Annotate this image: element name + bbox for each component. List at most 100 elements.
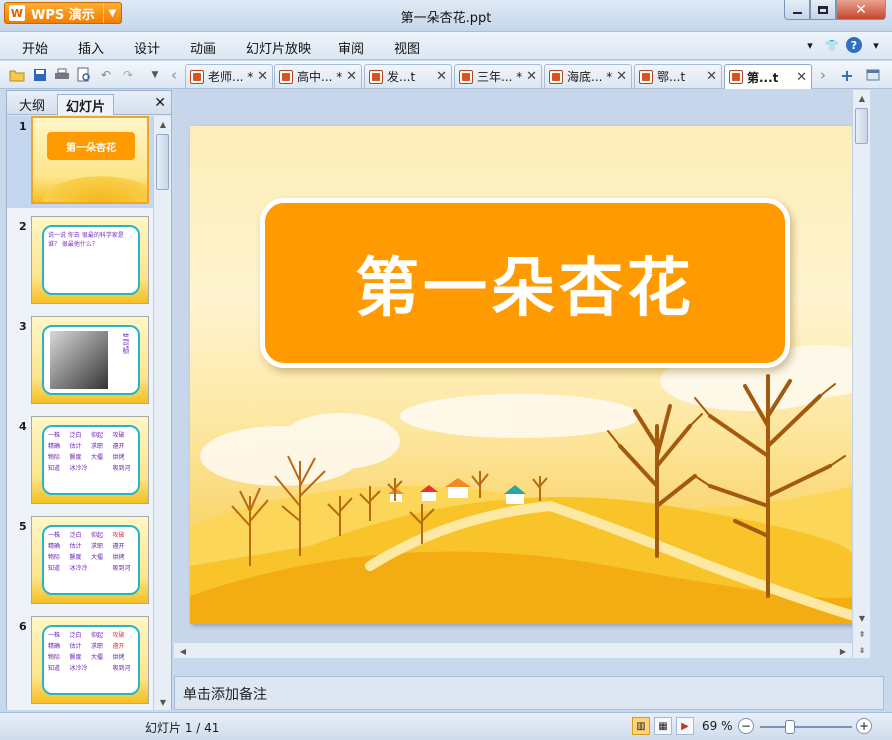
doc-tab-3[interactable]: 发...t ✕ [364, 64, 452, 88]
slideshow-icon[interactable]: ▶ [676, 717, 694, 735]
tab-label: 鄂...t [657, 70, 686, 84]
pane-tabs: 大纲 幻灯片 ✕ [7, 91, 171, 115]
thumbnail-slide-1[interactable]: 第一朵杏花 [31, 116, 149, 204]
minimize-button[interactable] [784, 0, 810, 20]
tab-close-icon[interactable]: ✕ [706, 69, 717, 84]
tab-outline[interactable]: 大纲 [11, 94, 53, 115]
thumbnail-slide-4[interactable]: 一株 泛白 仰起 攻破 精确 估计 求职 遵开 物际 颤度 大擂 烘烤 知道 冰冷冷 吸到河 [31, 416, 149, 504]
thumbnail-row-1[interactable]: 1 第一朵杏花 [7, 116, 153, 208]
slides-pane: 大纲 幻灯片 ✕ 1 第一朵杏花 2 说一说 你去 很最的科学家是谁？ 很最他什… [6, 90, 172, 710]
redo-icon[interactable]: ↷ [119, 66, 137, 84]
tab-slides[interactable]: 幻灯片 [57, 94, 115, 115]
menu-design[interactable]: 设计 [134, 38, 160, 57]
doc-tab-7-active[interactable]: 第...t ✕ [724, 64, 812, 89]
thumbnail-hills [33, 172, 147, 202]
maximize-button[interactable] [810, 0, 836, 20]
tab-list-icon[interactable] [864, 66, 882, 84]
tab-close-icon[interactable]: ✕ [346, 69, 357, 84]
thumbnail-number: 6 [19, 620, 27, 633]
tab-close-icon[interactable]: ✕ [257, 69, 268, 84]
slide-editor: 第一朵杏花 ▲ ▼ ⇞ ⇟ ◀ ▶ [174, 90, 870, 658]
thumbnail-row-4[interactable]: 4 一株 泛白 仰起 攻破 精确 估计 求职 遵开 物际 颤度 大擂 烘烤 知道 冰冷冷 吸到河 [7, 416, 153, 508]
thumbnail-row-5[interactable]: 5 一株 泛白 仰起 攻破 精确 估计 求职 遵开 物际 颤度 大擂 烘烤 知道 冰冷冷 吸到河 [7, 516, 153, 608]
save-icon[interactable] [31, 66, 49, 84]
scrollbar-thumb[interactable] [156, 134, 169, 190]
tab-close-icon[interactable]: ✕ [436, 69, 447, 84]
tab-close-icon[interactable]: ✕ [616, 69, 627, 84]
menu-view[interactable]: 视图 [394, 38, 420, 57]
slide-sorter-icon[interactable]: ▦ [654, 717, 672, 735]
skin-shirt-icon[interactable]: 👕 [824, 37, 840, 53]
thumbnail-slide-2[interactable]: 说一说 你去 很最的科学家是谁？ 很最他什么？ [31, 216, 149, 304]
doc-tab-2[interactable]: 高中... * ✕ [274, 64, 362, 88]
scroll-left-icon[interactable]: ◀ [174, 643, 192, 659]
tab-label: 高中... * [297, 70, 343, 84]
menu-home[interactable]: 开始 [22, 38, 48, 57]
thumbnail-row-6[interactable]: 6 一株 泛白 仰起 攻破 精确 估计 求职 遵开 物际 颤度 大擂 烘烤 知道 冰冷冷 吸到河 [7, 616, 153, 708]
thumbnail-card: 竺可桢 [42, 325, 140, 395]
scroll-down-icon[interactable]: ▼ [853, 610, 871, 626]
tabs-scroll-left-icon[interactable]: ‹ [165, 66, 183, 84]
doc-tab-4[interactable]: 三年... * ✕ [454, 64, 542, 88]
slide-title-box[interactable]: 第一朵杏花 [260, 198, 790, 368]
slide-title[interactable]: 第一朵杏花 [355, 237, 695, 329]
menu-animation[interactable]: 动画 [190, 38, 216, 57]
undo-icon[interactable]: ↶ [97, 66, 115, 84]
editor-vertical-scrollbar[interactable]: ▲ ▼ ⇞ ⇟ [852, 90, 870, 658]
collapse-ribbon-icon[interactable]: ▾ [802, 37, 818, 53]
ppt-file-icon [549, 69, 563, 84]
editor-horizontal-scrollbar[interactable]: ◀ ▶ [174, 642, 852, 658]
word-grid: 一株 泛白 仰起 攻破 精确 估计 求职 遵开 物际 颤度 大擂 烘烤 知道 冰冷冷 吸到河 [48, 532, 131, 572]
ppt-file-icon [190, 69, 204, 84]
help-dropdown-icon[interactable]: ▾ [868, 37, 884, 53]
tab-close-icon[interactable]: ✕ [526, 69, 537, 84]
print-icon[interactable] [53, 66, 71, 84]
notes-input[interactable]: 单击添加备注 [174, 676, 884, 710]
tab-close-icon[interactable]: ✕ [796, 70, 807, 85]
slide-canvas[interactable]: 第一朵杏花 [190, 126, 854, 624]
new-tab-icon[interactable]: + [838, 66, 856, 85]
tab-label: 三年... * [477, 70, 523, 84]
thumbnail-number: 2 [19, 220, 27, 233]
help-icon[interactable]: ? [846, 37, 862, 53]
minimize-icon [792, 11, 802, 14]
thumbnail-number: 4 [19, 420, 27, 433]
menu-review[interactable]: 审阅 [338, 38, 364, 57]
close-icon: ✕ [855, 1, 867, 18]
thumbnail-slide-5[interactable]: 一株 泛白 仰起 攻破 精确 估计 求职 遵开 物际 颤度 大擂 烘烤 知道 冰冷冷 吸到河 [31, 516, 149, 604]
scroll-up-icon[interactable]: ▲ [154, 116, 172, 132]
menu-bar: 开始 插入 设计 动画 幻灯片放映 审阅 视图 ▾ 👕 ? ▾ [0, 32, 892, 60]
scroll-down-icon[interactable]: ▼ [154, 694, 172, 710]
tabs-scroll-right-icon[interactable]: › [814, 66, 832, 84]
thumbnail-caption: 竺可桢 [122, 333, 130, 354]
thumbnail-row-3[interactable]: 3 竺可桢 [7, 316, 153, 408]
thumbnail-row-2[interactable]: 2 说一说 你去 很最的科学家是谁？ 很最他什么？ [7, 216, 153, 308]
zoom-slider-knob[interactable] [785, 720, 796, 734]
menu-insert[interactable]: 插入 [78, 38, 104, 57]
scroll-up-icon[interactable]: ▲ [853, 90, 871, 106]
doc-tab-5[interactable]: 海底... * ✕ [544, 64, 632, 88]
thumbnail-number: 3 [19, 320, 27, 333]
scrollbar-thumb[interactable] [855, 108, 868, 144]
tab-label: 第...t [747, 70, 779, 85]
close-button[interactable]: ✕ [836, 0, 886, 20]
zoom-out-icon[interactable]: − [738, 718, 754, 734]
doc-tab-6[interactable]: 鄂...t ✕ [634, 64, 722, 88]
thumbnail-slide-6[interactable]: 一株 泛白 仰起 攻破 精确 估计 求职 遵开 物际 颤度 大擂 烘烤 知道 冰冷冷 吸到河 [31, 616, 149, 704]
pane-close-icon[interactable]: ✕ [154, 95, 166, 111]
previous-slide-icon[interactable]: ⇞ [853, 626, 871, 642]
next-slide-icon[interactable]: ⇟ [853, 642, 871, 658]
menu-slideshow[interactable]: 幻灯片放映 [246, 38, 311, 57]
thumbnail-scrollbar[interactable]: ▲ ▼ [153, 116, 171, 710]
scroll-right-icon[interactable]: ▶ [834, 643, 852, 659]
normal-view-icon[interactable]: ▥ [632, 717, 650, 735]
tab-label: 海底... * [567, 70, 613, 84]
customize-toolbar-icon[interactable]: ▼ [146, 66, 164, 84]
open-folder-icon[interactable] [8, 66, 26, 84]
print-preview-icon[interactable] [75, 66, 93, 84]
thumbnail-slide-3[interactable]: 竺可桢 [31, 316, 149, 404]
zoom-slider[interactable] [760, 720, 852, 734]
doc-tab-1[interactable]: 老师... * ✕ [185, 64, 273, 88]
zoom-in-icon[interactable]: + [856, 718, 872, 734]
window-title: 第一朵杏花.ppt [400, 11, 492, 26]
